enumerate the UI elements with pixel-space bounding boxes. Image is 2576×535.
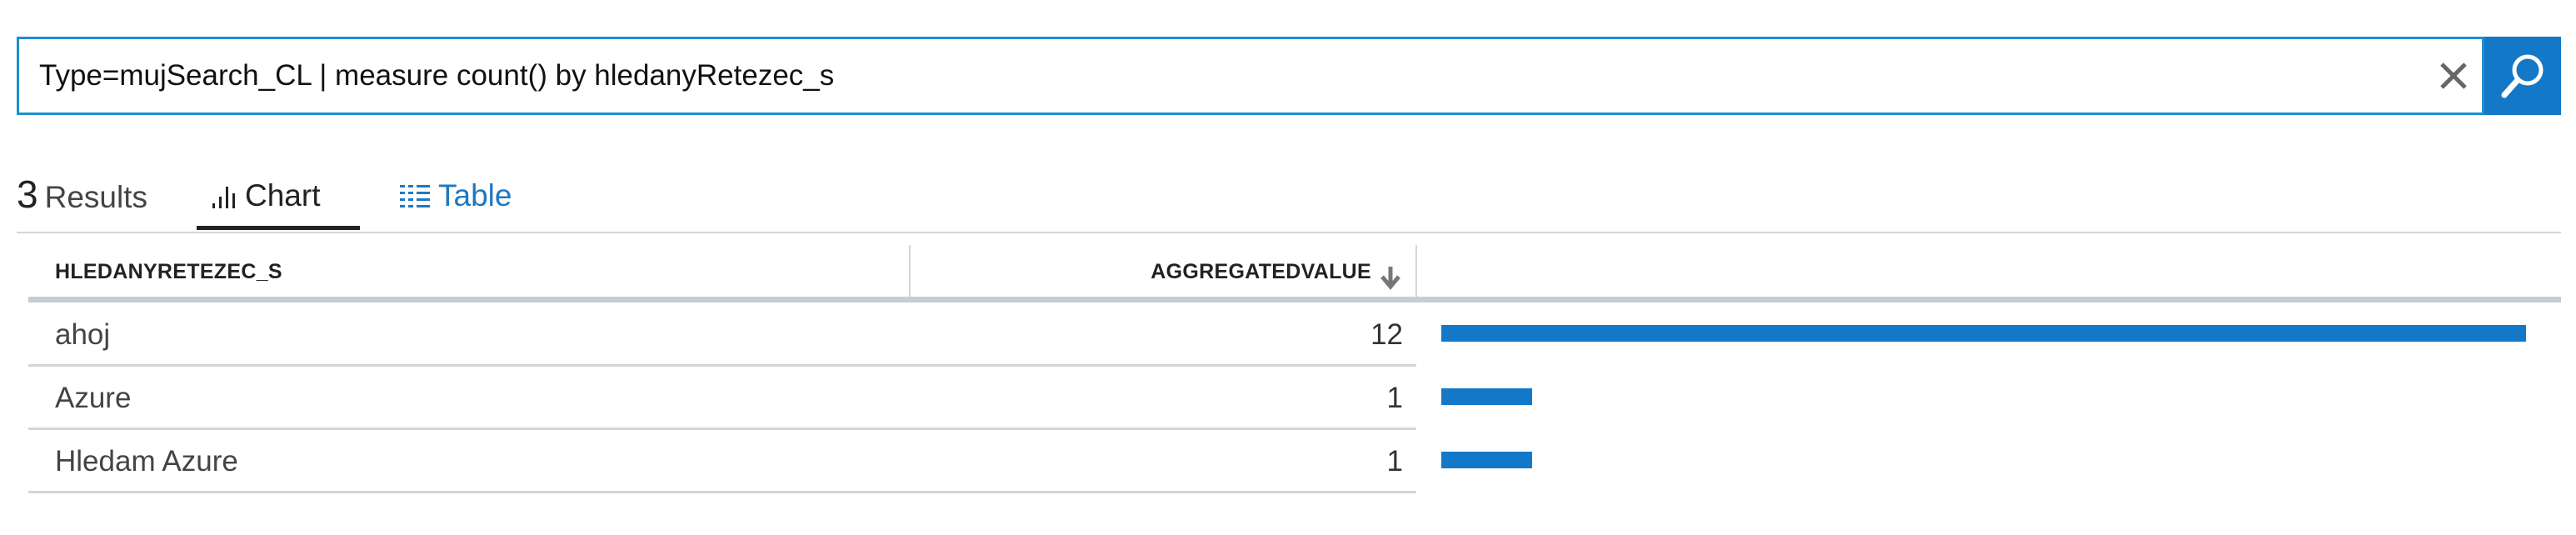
cell-aggregatedvalue: 1 [1386, 445, 1403, 478]
close-icon[interactable] [2435, 58, 2472, 94]
search-bar [17, 37, 2484, 115]
column-divider[interactable] [1415, 245, 1417, 298]
tabs-divider [17, 232, 2561, 233]
cell-aggregatedvalue: 1 [1386, 382, 1403, 414]
tab-selected-indicator [197, 226, 360, 230]
value-bar [1441, 452, 1532, 468]
cell-aggregatedvalue: 12 [1370, 318, 1403, 351]
cell-hledanyretezec: Hledam Azure [55, 445, 238, 478]
search-input[interactable] [39, 39, 2397, 112]
search-icon [2501, 54, 2544, 98]
results-count: 3 Results [17, 165, 147, 223]
tab-table-label: Table [438, 178, 512, 212]
table-row[interactable]: ahoj 12 [28, 303, 1416, 367]
table-row[interactable]: Azure 1 [28, 367, 1416, 430]
tab-chart[interactable]: Chart [197, 170, 360, 230]
search-button[interactable] [2484, 37, 2561, 115]
cell-hledanyretezec: ahoj [55, 318, 111, 351]
row-divider [28, 491, 1416, 493]
sort-descending-icon [1380, 267, 1400, 290]
column-header-aggregatedvalue-label: AGGREGATEDVALUE [1151, 260, 1371, 283]
tab-chart-label: Chart [245, 178, 321, 212]
value-bar [1441, 325, 2526, 342]
table-icon [400, 185, 430, 208]
table-row[interactable]: Hledam Azure 1 [28, 430, 1416, 493]
column-header-hledanyretezec[interactable]: HLEDANYRETEZEC_S [55, 245, 282, 298]
column-header-aggregatedvalue[interactable]: AGGREGATEDVALUE [910, 245, 1403, 298]
header-rule [28, 297, 2561, 302]
results-table: HLEDANYRETEZEC_S AGGREGATEDVALUE ahoj 12… [28, 245, 2561, 503]
value-bar [1441, 388, 1532, 405]
cell-hledanyretezec: Azure [55, 382, 132, 414]
results-number: 3 [17, 172, 38, 216]
tab-table[interactable]: Table [397, 170, 538, 230]
results-label: Results [44, 180, 147, 214]
bar-chart-icon [212, 187, 235, 208]
